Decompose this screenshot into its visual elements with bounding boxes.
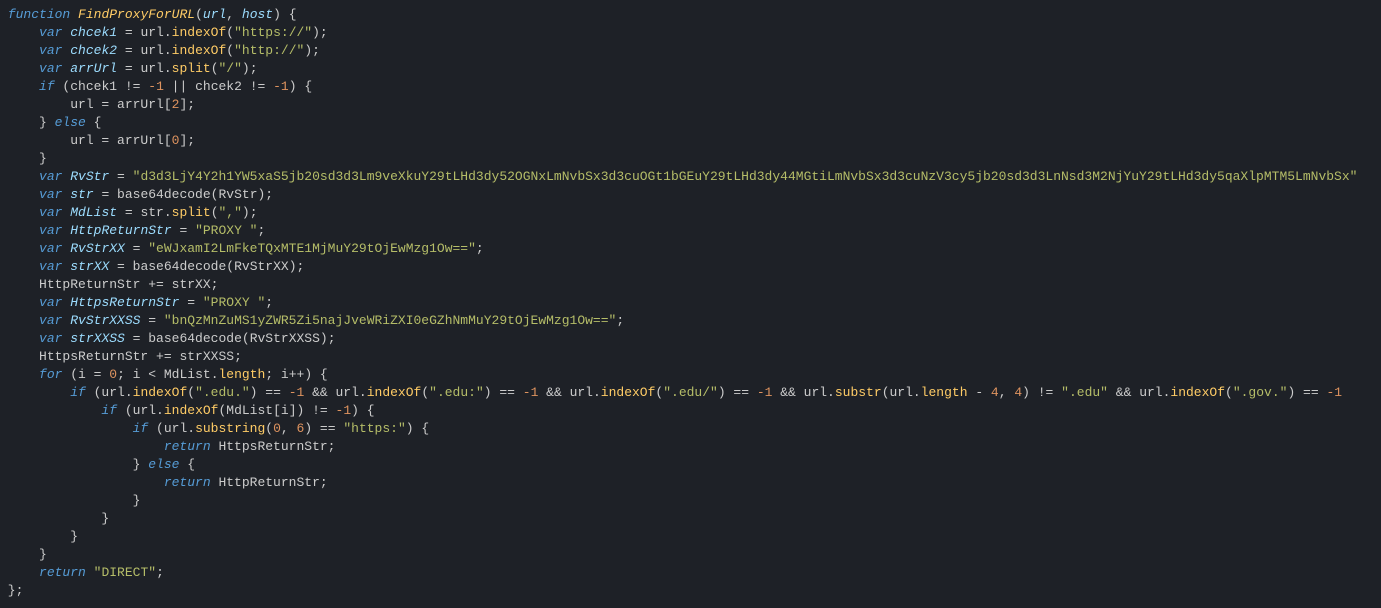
kw-function: function [8, 7, 70, 22]
fn-name: FindProxyForURL [78, 7, 195, 22]
code-block: function FindProxyForURL(url, host) { va… [0, 0, 1381, 600]
